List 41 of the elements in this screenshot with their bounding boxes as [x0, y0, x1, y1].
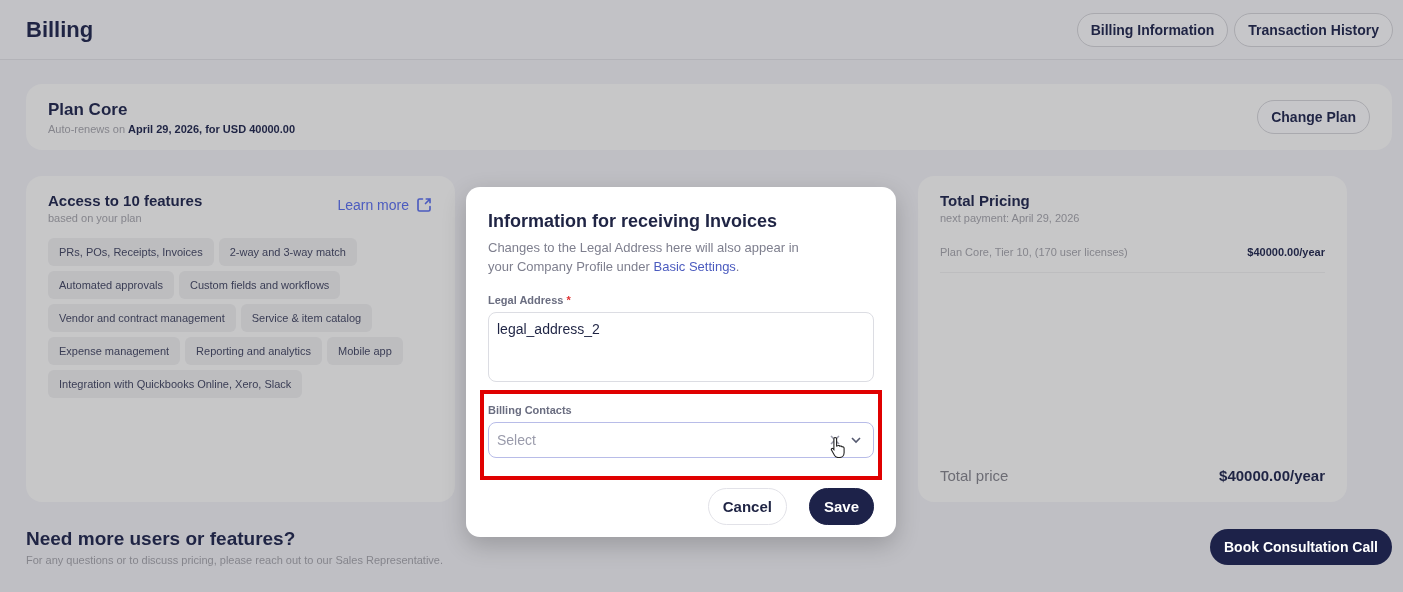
total-amount: $40000.00/year: [1219, 467, 1325, 484]
dialog-description: Changes to the Legal Address here will also appear in your Company Profile under Basic Settings.: [488, 239, 800, 276]
feature-tag: Vendor and contract management: [48, 304, 236, 332]
basic-settings-link[interactable]: Basic Settings: [653, 259, 736, 274]
line-item-amount: $40000.00/year: [1247, 246, 1325, 258]
contact-title: Need more users or features?: [26, 528, 297, 550]
cancel-button[interactable]: Cancel: [707, 488, 787, 525]
feature-tag: Integration with Quickbooks Online, Xero, Slack: [48, 370, 303, 398]
feature-tag: Custom fields and workflows: [178, 271, 341, 299]
chevron-down-icon[interactable]: [850, 436, 862, 444]
pricing-title: Total Pricing: [940, 192, 1031, 209]
field-label: Billing Contacts: [488, 404, 573, 416]
features-title: Access to 10 features: [48, 192, 203, 209]
legal-address-field[interactable]: legal_address_2: [488, 312, 874, 382]
features-subtitle: based on your plan: [48, 212, 143, 224]
external-link-icon: [415, 196, 433, 214]
renewal-text: Auto-renews on April 29, 2026, for USD 40000.00: [48, 122, 296, 135]
header-button[interactable]: Transaction History: [1234, 12, 1393, 47]
feature-tag: Automated approvals: [48, 271, 174, 299]
plan-title: Plan Core: [48, 99, 129, 120]
total-label: Total price: [940, 467, 1009, 484]
book-call-button[interactable]: Book Consultation Call: [1210, 529, 1392, 565]
clear-icon[interactable]: [830, 435, 840, 445]
feature-tag: Reporting and analytics: [185, 337, 323, 365]
line-item-label: Plan Core, Tier 10, (170 user licenses): [940, 246, 1128, 258]
contact-text: For any questions or to discuss pricing, please reach out to our Sales Representative.: [26, 554, 443, 566]
feature-tag: PRs, POs, Receipts, Invoices: [48, 238, 214, 266]
field-label: Legal Address *: [488, 294, 572, 306]
feature-tag: Service & item catalog: [240, 304, 373, 332]
billing-contacts-select[interactable]: Select: [488, 422, 874, 458]
save-button[interactable]: Save: [808, 488, 874, 525]
header-button[interactable]: Billing Information: [1076, 12, 1229, 47]
next-payment-text: next payment: April 29, 2026: [940, 212, 1081, 224]
change-plan-button[interactable]: Change Plan: [1257, 100, 1370, 134]
dialog-title: Information for receiving Invoices: [488, 211, 779, 232]
pointer-cursor-icon: [830, 436, 848, 458]
learn-more-link[interactable]: Learn more: [337, 196, 433, 214]
page-title: Billing: [26, 16, 94, 43]
feature-tag: Mobile app: [327, 337, 403, 365]
feature-tag: Expense management: [48, 337, 181, 365]
feature-tag: 2-way and 3-way match: [218, 238, 357, 266]
